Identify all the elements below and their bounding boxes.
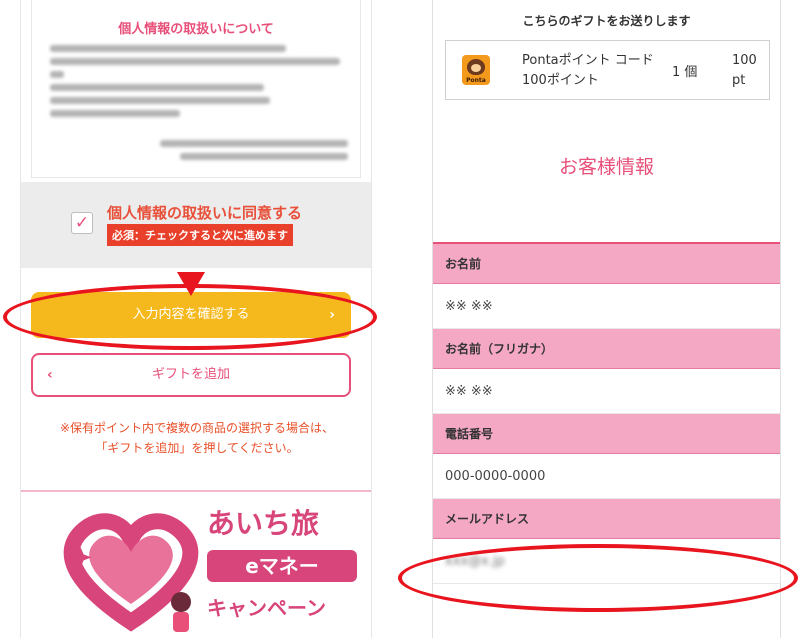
gift-price: 100 pt (732, 53, 757, 88)
privacy-policy-box: 個人情報の取扱いについて (31, 0, 361, 178)
multiple-selection-note: ※保有ポイント内で複数の商品の選択する場合は、 「ギフトを追加」を押してください… (21, 418, 371, 458)
heart-logo-icon (63, 513, 199, 632)
consent-area: ✓ 個人情報の取扱いに同意する 必須：チェックすると次に進めます (21, 182, 371, 268)
gift-item-row: Ponta Pontaポイント コード 100ポイント 1 個 100 pt (445, 40, 770, 100)
gift-name: Pontaポイント コード 100ポイント (522, 53, 654, 88)
blurred-text (50, 58, 340, 65)
phone-value: 000-0000-0000 (433, 454, 780, 499)
ponta-icon: Ponta (462, 55, 490, 85)
chevron-left-icon: ‹ (47, 367, 53, 383)
campaign-banner: あいち旅 eマネー キャンペーン (21, 490, 371, 638)
note-line-2: 「ギフトを追加」を押してください。 (95, 441, 299, 455)
blurred-text (180, 153, 348, 160)
banner-campaign: キャンペーン (207, 596, 326, 620)
gift-header: こちらのギフトをお送りします (522, 14, 691, 28)
consent-checkbox[interactable]: ✓ (71, 212, 93, 234)
right-panel: こちらのギフトをお送りします Ponta Pontaポイント コード 100ポイ… (432, 0, 781, 638)
privacy-title: 個人情報の取扱いについて (118, 22, 274, 37)
blurred-text (50, 45, 286, 52)
banner-title: あいち旅 (207, 507, 320, 540)
customer-form: お名前 ※※ ※※ お名前（フリガナ） ※※ ※※ 電話番号 000-0000-… (433, 242, 780, 584)
add-gift-label: ギフトを追加 (151, 367, 230, 382)
blurred-text (50, 84, 264, 91)
blurred-text (50, 97, 270, 104)
email-label: メールアドレス (433, 499, 780, 539)
highlight-ellipse-email (398, 544, 798, 612)
furigana-value: ※※ ※※ (433, 369, 780, 414)
phone-label: 電話番号 (433, 414, 780, 454)
name-label: お名前 (433, 244, 780, 284)
blurred-text (50, 110, 180, 117)
consent-label: 個人情報の取扱いに同意する (107, 204, 303, 222)
gift-quantity: 1 個 (672, 65, 698, 80)
note-line-1: ※保有ポイント内で複数の商品の選択する場合は、 (59, 421, 335, 435)
required-badge: 必須：チェックすると次に進めます (107, 224, 293, 246)
add-gift-button[interactable]: ‹ ギフトを追加 (31, 353, 351, 397)
highlight-ellipse-confirm (3, 284, 377, 350)
banner-emoney: eマネー (207, 550, 357, 582)
furigana-label: お名前（フリガナ） (433, 329, 780, 369)
name-value: ※※ ※※ (433, 284, 780, 329)
customer-info-title: お客様情報 (558, 156, 654, 178)
blurred-text (160, 140, 348, 147)
blurred-text (50, 71, 64, 78)
